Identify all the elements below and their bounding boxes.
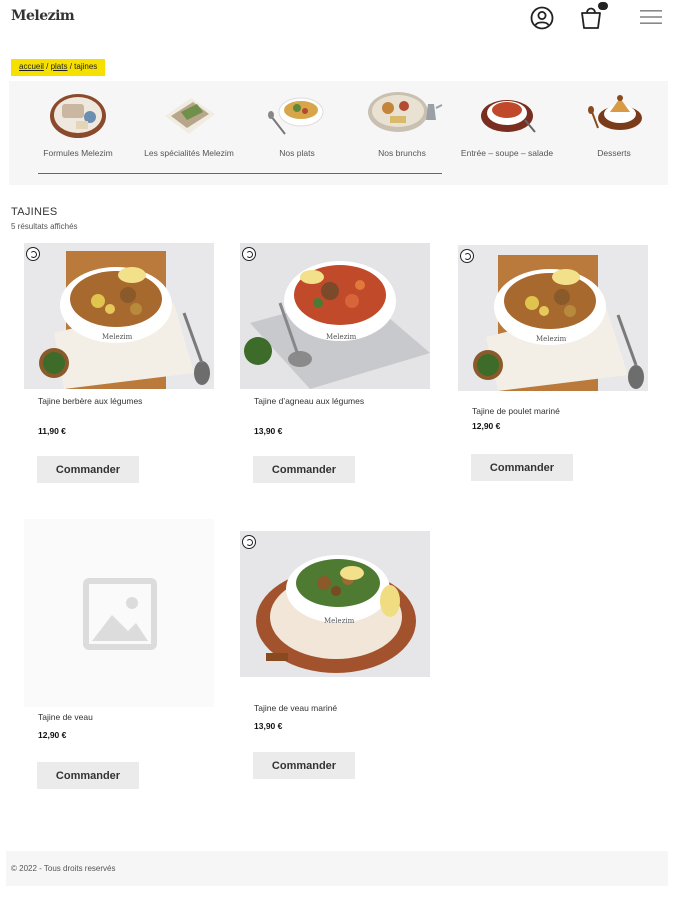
order-button[interactable]: Commander xyxy=(37,456,139,483)
product-price: 12,90 € xyxy=(38,730,67,740)
category-label: Nos brunchs xyxy=(378,148,426,158)
site-logo[interactable]: Melezim xyxy=(11,8,75,24)
product-card: Melezim Tajine de poulet mariné 12,90 € … xyxy=(458,245,653,495)
product-price: 13,90 € xyxy=(254,426,283,436)
product-card: Melezim Tajine berbère aux légumes 11,90… xyxy=(24,243,219,493)
site-header: Melezim xyxy=(0,0,675,40)
order-button[interactable]: Commander xyxy=(253,752,355,779)
svg-text:Melezim: Melezim xyxy=(102,333,133,341)
veal-badge-icon xyxy=(242,535,256,549)
dessert-image xyxy=(588,95,642,130)
svg-text:Melezim: Melezim xyxy=(536,335,567,343)
product-card: Tajine de veau 12,90 € Commander xyxy=(24,519,219,789)
product-image[interactable]: Melezim xyxy=(24,243,214,389)
category-divider xyxy=(38,173,442,174)
product-name[interactable]: Tajine d’agneau aux légumes xyxy=(254,397,404,406)
breadcrumb-separator: / xyxy=(43,62,51,71)
product-image[interactable]: Melezim xyxy=(240,243,430,389)
category-label: Nos plats xyxy=(279,148,315,158)
user-icon[interactable] xyxy=(530,6,554,30)
copyright-text: © 2022 - Tous droits reservés xyxy=(11,864,116,873)
specialites-wrap-image xyxy=(165,98,215,134)
product-price: 11,90 € xyxy=(38,426,66,436)
image-placeholder-icon xyxy=(24,519,214,707)
product-name[interactable]: Tajine de poulet mariné xyxy=(472,407,622,416)
category-brunchs[interactable]: Nos brunchs xyxy=(347,81,457,185)
category-label: Entrée – soupe – salade xyxy=(460,148,554,158)
chicken-badge-icon xyxy=(460,249,474,263)
order-button[interactable]: Commander xyxy=(471,454,573,481)
category-formules[interactable]: Formules Melezim xyxy=(23,81,133,185)
order-button[interactable]: Commander xyxy=(37,762,139,789)
product-image[interactable]: Melezim xyxy=(458,245,648,391)
order-button[interactable]: Commander xyxy=(253,456,355,483)
page-title: TAJINES xyxy=(11,206,58,218)
category-strip: Formules Melezim Les spécialités Melezim… xyxy=(9,81,668,185)
formules-meal-image xyxy=(50,94,106,138)
category-label: Desserts xyxy=(597,148,631,158)
breadcrumb-parent-link[interactable]: plats xyxy=(51,62,68,71)
product-name[interactable]: Tajine de veau xyxy=(38,713,188,722)
product-image-placeholder[interactable] xyxy=(24,519,214,707)
site-footer: © 2022 - Tous droits reservés xyxy=(6,851,668,886)
product-price: 13,90 € xyxy=(254,721,283,731)
category-specialites[interactable]: Les spécialités Melezim xyxy=(134,81,244,185)
plats-bowl-image xyxy=(268,97,324,135)
svg-text:Melezim: Melezim xyxy=(324,617,355,625)
product-name[interactable]: Tajine berbère aux légumes xyxy=(38,397,188,406)
lamb-badge-icon xyxy=(242,247,256,261)
breadcrumb: accueil / plats / tajines xyxy=(11,59,106,76)
cart-count-badge xyxy=(598,2,608,10)
soup-bowl-image xyxy=(481,100,536,133)
category-entree[interactable]: Entrée – soupe – salade xyxy=(452,81,562,185)
breadcrumb-current: tajines xyxy=(74,62,98,71)
halal-badge-icon xyxy=(26,247,40,261)
category-plats[interactable]: Nos plats xyxy=(242,81,352,185)
result-count: 5 résultats affichés xyxy=(11,222,78,231)
product-price: 12,90 € xyxy=(472,421,501,431)
product-card: Melezim Tajine de veau mariné 13,90 € Co… xyxy=(240,531,435,781)
product-name[interactable]: Tajine de veau mariné xyxy=(254,704,404,713)
category-desserts[interactable]: Desserts xyxy=(559,81,669,185)
brunch-tray-image xyxy=(368,92,443,132)
category-label: Les spécialités Melezim xyxy=(144,148,234,158)
breadcrumb-home-link[interactable]: accueil xyxy=(19,62,44,71)
category-label: Formules Melezim xyxy=(43,148,113,158)
svg-text:Melezim: Melezim xyxy=(326,333,357,341)
menu-icon[interactable] xyxy=(640,8,662,26)
product-card: Melezim Tajine d’agneau aux légumes 13,9… xyxy=(240,243,435,493)
product-image[interactable]: Melezim xyxy=(240,531,430,677)
